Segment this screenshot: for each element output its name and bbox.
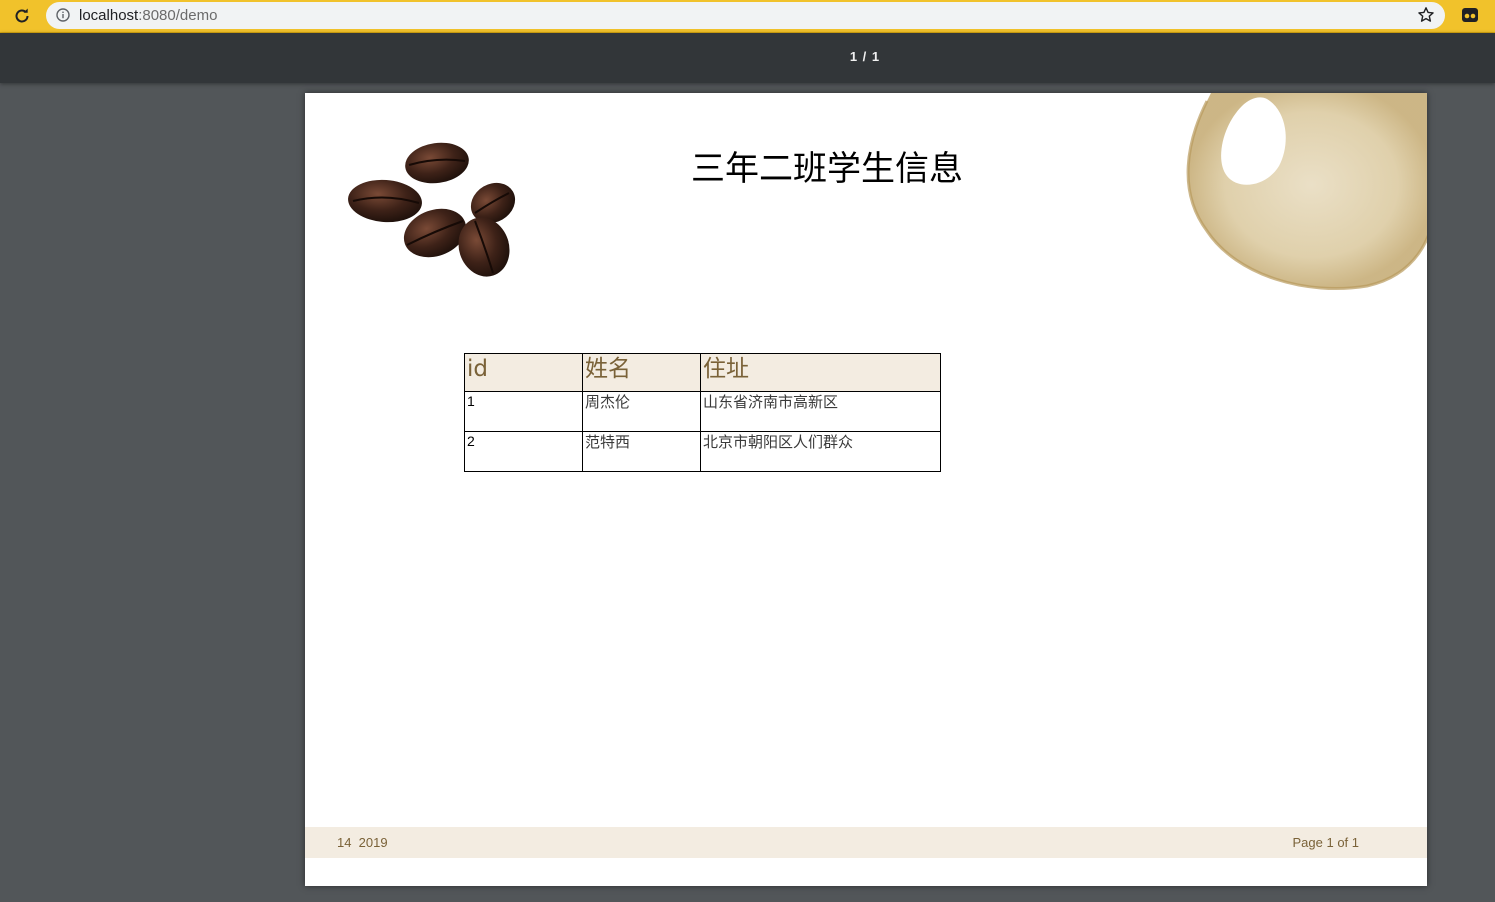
page-indicator: 1 / 1 xyxy=(849,49,881,64)
header-id: id xyxy=(464,353,583,392)
pdf-page: 三年二班学生信息 id 姓名 住址 1 周杰伦 山东省济南市高新区 2 范特西 … xyxy=(305,93,1427,886)
table-header-row: id 姓名 住址 xyxy=(464,353,941,392)
header-name: 姓名 xyxy=(582,353,701,392)
footer-page-number: Page 1 of 1 xyxy=(1292,835,1360,850)
address-bar[interactable]: localhost:8080/demo xyxy=(46,2,1445,29)
url-text[interactable]: localhost:8080/demo xyxy=(79,6,217,25)
info-icon[interactable] xyxy=(56,8,70,22)
cell-address: 山东省济南市高新区 xyxy=(700,391,941,432)
table-row: 2 范特西 北京市朝阳区人们群众 xyxy=(464,431,941,472)
reload-icon xyxy=(15,8,29,23)
coffee-stain-image xyxy=(1186,93,1427,290)
footer-date: 14 2019 xyxy=(337,835,388,850)
reload-button[interactable] xyxy=(10,5,34,27)
student-table: id 姓名 住址 1 周杰伦 山东省济南市高新区 2 范特西 北京市朝阳区人们群… xyxy=(464,353,941,472)
table-row: 1 周杰伦 山东省济南市高新区 xyxy=(464,391,941,432)
cell-id: 1 xyxy=(464,391,583,432)
pdf-viewer-toolbar: 1 / 1 xyxy=(0,33,1495,83)
url-host: localhost xyxy=(79,7,139,24)
page-footer: 14 2019 Page 1 of 1 xyxy=(305,827,1427,858)
coffee-beans-image xyxy=(348,142,516,277)
document-title: 三年二班学生信息 xyxy=(691,149,963,189)
cell-id: 2 xyxy=(464,431,583,472)
cell-address: 北京市朝阳区人们群众 xyxy=(700,431,941,472)
browser-toolbar: localhost:8080/demo xyxy=(0,0,1495,33)
cell-name: 周杰伦 xyxy=(582,391,701,432)
url-path: :8080/demo xyxy=(138,7,218,24)
extension-icon[interactable] xyxy=(1461,6,1479,24)
header-address: 住址 xyxy=(700,353,941,392)
star-icon[interactable] xyxy=(1417,6,1435,24)
cell-name: 范特西 xyxy=(582,431,701,472)
